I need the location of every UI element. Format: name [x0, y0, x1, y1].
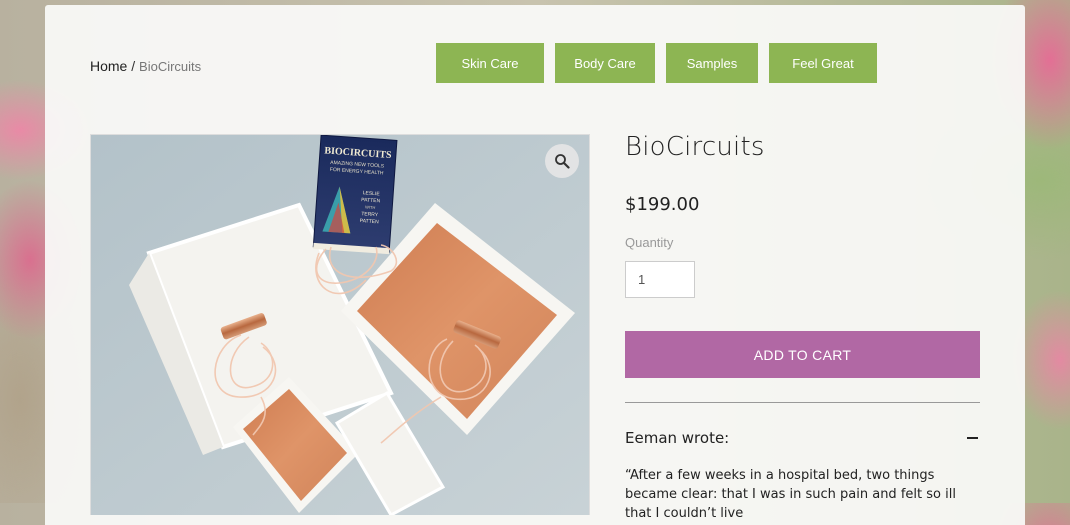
nav-samples-button[interactable]: Samples	[666, 43, 758, 83]
book-author-3: WITH	[365, 204, 376, 210]
magnifier-icon	[555, 154, 570, 169]
nav-feel-great-button[interactable]: Feel Great	[769, 43, 877, 83]
review-toggle[interactable]: Eeman wrote:	[625, 429, 980, 447]
review-author: Eeman wrote:	[625, 429, 730, 447]
product-title: BioCircuits	[625, 132, 765, 162]
product-image[interactable]: BIOCIRCUITS AMAZING NEW TOOLS FOR ENERGY…	[90, 134, 590, 515]
breadcrumb-current: BioCircuits	[139, 59, 202, 74]
minus-icon	[967, 437, 978, 439]
add-to-cart-button[interactable]: ADD TO CART	[625, 331, 980, 378]
category-nav: Skin Care Body Care Samples Feel Great	[436, 43, 877, 83]
review-divider	[625, 402, 980, 403]
quantity-label: Quantity	[625, 235, 674, 250]
nav-body-care-button[interactable]: Body Care	[555, 43, 655, 83]
review-text: “After a few weeks in a hospital bed, tw…	[625, 468, 956, 521]
product-price: $199.00	[625, 194, 700, 215]
zoom-button[interactable]	[545, 144, 579, 178]
breadcrumb-separator: /	[131, 58, 136, 74]
breadcrumb-home-link[interactable]: Home	[90, 58, 127, 74]
nav-skin-care-button[interactable]: Skin Care	[436, 43, 544, 83]
book-author-1: LESLIE	[362, 190, 380, 197]
book-author-4: TERRY	[361, 211, 379, 218]
breadcrumb: Home / BioCircuits	[90, 58, 201, 74]
quantity-input[interactable]	[625, 261, 695, 298]
content-panel: Home / BioCircuits Skin Care Body Care S…	[45, 5, 1025, 525]
product-photo-illustration: BIOCIRCUITS AMAZING NEW TOOLS FOR ENERGY…	[91, 135, 589, 515]
